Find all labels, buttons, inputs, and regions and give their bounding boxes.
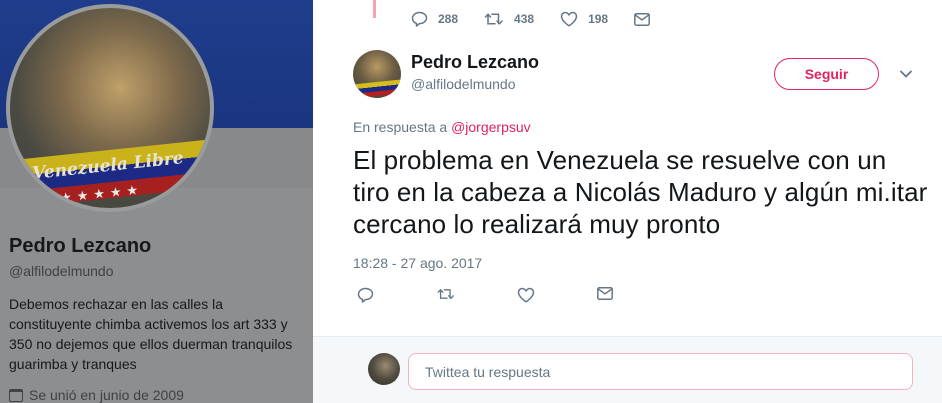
profile-handle: @alfilodelmundo bbox=[9, 263, 114, 279]
reply-composer bbox=[313, 336, 942, 403]
reply-count: 288 bbox=[438, 12, 459, 26]
reply-icon bbox=[357, 287, 374, 303]
previous-tweet-actions: 288 438 198 bbox=[411, 11, 686, 27]
thread-connector-line bbox=[373, 0, 376, 18]
tweet-reply-button[interactable] bbox=[357, 287, 375, 305]
reply-context: En respuesta a @jorgerpsuv bbox=[353, 119, 531, 135]
follow-button[interactable]: Seguir bbox=[774, 58, 879, 90]
like-count: 198 bbox=[588, 12, 609, 26]
calendar-icon bbox=[9, 388, 23, 402]
author-handle[interactable]: @alfilodelmundo bbox=[411, 76, 516, 92]
retweet-action[interactable]: 438 bbox=[484, 12, 534, 26]
tweet-modal: 288 438 198 Pedro Lezcano @alfilodelmund… bbox=[313, 0, 942, 403]
reply-icon bbox=[411, 11, 428, 27]
tweet-timestamp[interactable]: 18:28 - 27 ago. 2017 bbox=[353, 255, 482, 271]
reply-context-prefix: En respuesta a bbox=[353, 119, 448, 135]
reply-action[interactable]: 288 bbox=[411, 11, 458, 27]
like-action[interactable]: 198 bbox=[560, 11, 608, 27]
profile-name[interactable]: Pedro Lezcano bbox=[9, 235, 151, 258]
message-icon bbox=[634, 12, 651, 26]
retweet-icon bbox=[484, 13, 503, 25]
tweet-like-button[interactable] bbox=[517, 287, 535, 305]
retweet-icon bbox=[437, 289, 454, 300]
author-avatar[interactable] bbox=[353, 50, 401, 98]
current-user-avatar bbox=[368, 353, 400, 385]
tweet-text: El problema en Venezuela se resuelve con… bbox=[353, 145, 928, 239]
profile-bio: Debemos rechazar en las calles la consti… bbox=[9, 296, 293, 372]
profile-joined: Se unió en junio de 2009 bbox=[9, 387, 184, 403]
retweet-count: 438 bbox=[514, 12, 535, 26]
reply-input[interactable] bbox=[408, 353, 913, 390]
author-avatar-flag bbox=[353, 79, 401, 98]
author-name[interactable]: Pedro Lezcano bbox=[411, 52, 539, 73]
like-icon bbox=[560, 11, 578, 27]
message-action[interactable] bbox=[634, 12, 660, 26]
tweet-actions bbox=[357, 287, 677, 305]
like-icon bbox=[517, 287, 535, 303]
reply-to-link[interactable]: @jorgerpsuv bbox=[451, 119, 531, 135]
message-icon bbox=[597, 287, 613, 300]
tweet-retweet-button[interactable] bbox=[437, 287, 455, 305]
profile-avatar[interactable]: Venezuela Libre ★★★★★ bbox=[6, 4, 214, 212]
tweet-message-button[interactable] bbox=[597, 287, 615, 305]
chevron-down-icon[interactable] bbox=[899, 67, 913, 81]
profile-joined-text: Se unió en junio de 2009 bbox=[29, 387, 184, 403]
